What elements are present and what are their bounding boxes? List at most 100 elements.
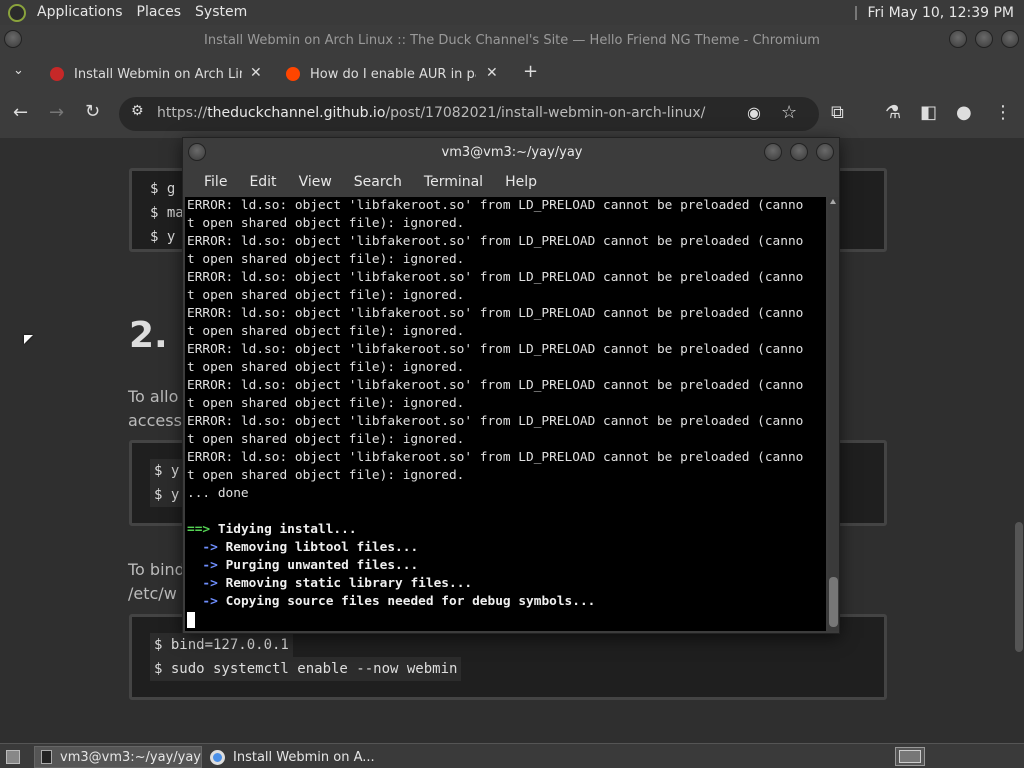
taskbar-item-label: Install Webmin on A... — [233, 749, 375, 765]
terminal-scrollbar-thumb[interactable] — [829, 577, 838, 627]
menu-kebab-icon[interactable]: ⋮ — [994, 102, 1012, 123]
places-menu[interactable]: Places — [130, 0, 189, 25]
browser-window-title: Install Webmin on Arch Linux :: The Duck… — [204, 33, 820, 48]
terminal-icon — [41, 750, 52, 764]
tab-install-webmin[interactable]: Install Webmin on Arch Linux ✕ — [50, 58, 270, 90]
panel-separator — [855, 5, 858, 20]
url-text[interactable]: https://theduckchannel.github.io/post/17… — [157, 105, 705, 121]
tab-label: How do I enable AUR in pacma — [310, 66, 476, 82]
terminal-screen[interactable]: ERROR: ld.so: object 'libfakeroot.so' fr… — [185, 197, 826, 631]
terminal-maximize-button[interactable] — [790, 143, 808, 161]
tab-aur-reddit[interactable]: How do I enable AUR in pacma ✕ — [286, 58, 506, 90]
terminal-close-button[interactable] — [816, 143, 834, 161]
terminal-line: -> Purging unwanted files... — [202, 558, 419, 573]
terminal-menubar: File Edit View Search Terminal Help — [183, 166, 839, 197]
reload-icon[interactable]: ↻ — [85, 101, 100, 122]
terminal-line: t open shared object file): ignored. — [187, 216, 465, 231]
code-line: $ sudo systemctl enable --now webmin — [132, 657, 884, 681]
menu-terminal[interactable]: Terminal — [413, 174, 494, 190]
menu-search[interactable]: Search — [343, 174, 413, 190]
workspace-1[interactable] — [899, 750, 921, 763]
labs-flask-icon[interactable]: ⚗ — [885, 102, 901, 123]
bottom-taskbar: vm3@vm3:~/yay/yay Install Webmin on A... — [0, 743, 1024, 768]
terminal-line: -> Removing libtool files... — [202, 540, 419, 555]
terminal-window: vm3@vm3:~/yay/yay File Edit View Search … — [182, 137, 840, 634]
terminal-line: -> Removing static library files... — [202, 576, 473, 591]
terminal-scrollbar[interactable] — [828, 197, 839, 631]
section-heading: 2. — [129, 315, 168, 356]
terminal-line: ERROR: ld.so: object 'libfakeroot.so' fr… — [187, 234, 804, 249]
terminal-line: -> Copying source files needed for debug… — [202, 594, 596, 609]
taskbar-item-chromium[interactable]: Install Webmin on A... — [204, 746, 394, 768]
new-tab-icon[interactable]: + — [523, 61, 538, 82]
code-line: $ bind=127.0.0.1 — [132, 633, 884, 657]
terminal-line: ERROR: ld.so: object 'libfakeroot.so' fr… — [187, 342, 804, 357]
terminal-line: t open shared object file): ignored. — [187, 252, 465, 267]
site-info-icon[interactable]: ⚙ — [131, 103, 144, 119]
terminal-minimize-button[interactable] — [764, 143, 782, 161]
terminal-line: ERROR: ld.so: object 'libfakeroot.so' fr… — [187, 378, 804, 393]
terminal-line: ERROR: ld.so: object 'libfakeroot.so' fr… — [187, 306, 804, 321]
extensions-icon[interactable]: ⧉ — [831, 102, 844, 123]
terminal-output: ERROR: ld.so: object 'libfakeroot.so' fr… — [185, 197, 826, 629]
tab-strip: ⌄ Install Webmin on Arch Linux ✕ How do … — [0, 57, 1024, 92]
browser-toolbar: ← → ↻ ⚙ https://theduckchannel.github.io… — [0, 92, 1024, 138]
menu-edit[interactable]: Edit — [238, 174, 287, 190]
clock-area: Fri May 10, 12:39 PM — [855, 0, 1024, 25]
chromium-icon — [210, 749, 225, 765]
terminal-line: t open shared object file): ignored. — [187, 324, 465, 339]
terminal-line: ... done — [187, 486, 249, 501]
menu-view[interactable]: View — [288, 174, 343, 190]
tab-search-icon[interactable]: ⌄ — [13, 63, 24, 78]
page-scrollbar[interactable] — [1014, 138, 1024, 743]
browser-titlebar[interactable]: Install Webmin on Arch Linux :: The Duck… — [0, 25, 1024, 57]
clock[interactable]: Fri May 10, 12:39 PM — [867, 5, 1024, 21]
reddit-favicon-icon — [286, 67, 300, 81]
webmin-favicon-icon — [50, 67, 64, 81]
top-panel: Applications Places System Fri May 10, 1… — [0, 0, 1024, 25]
terminal-line: t open shared object file): ignored. — [187, 288, 465, 303]
close-tab-icon[interactable]: ✕ — [486, 65, 498, 81]
scroll-up-arrow-icon[interactable] — [830, 199, 836, 204]
close-tab-icon[interactable]: ✕ — [250, 65, 262, 81]
terminal-line: ==> Tidying install... — [187, 522, 357, 537]
paragraph: To allo access — [128, 387, 182, 430]
terminal-line: t open shared object file): ignored. — [187, 360, 465, 375]
terminal-line: ERROR: ld.so: object 'libfakeroot.so' fr… — [187, 414, 804, 429]
terminal-line: ERROR: ld.so: object 'libfakeroot.so' fr… — [187, 450, 804, 465]
profile-icon[interactable]: ● — [956, 102, 972, 123]
terminal-line: t open shared object file): ignored. — [187, 396, 465, 411]
desktop-icon — [6, 750, 20, 764]
terminal-window-menu-button[interactable] — [188, 143, 206, 161]
terminal-line: ERROR: ld.so: object 'libfakeroot.so' fr… — [187, 198, 804, 213]
terminal-title: vm3@vm3:~/yay/yay — [441, 145, 583, 160]
close-window-button[interactable] — [1001, 30, 1019, 48]
window-menu-button[interactable] — [4, 30, 22, 48]
side-panel-icon[interactable]: ◧ — [920, 102, 937, 123]
eye-off-icon[interactable]: ◉ — [747, 103, 761, 122]
terminal-line: t open shared object file): ignored. — [187, 468, 465, 483]
terminal-line: t open shared object file): ignored. — [187, 432, 465, 447]
system-menu[interactable]: System — [188, 0, 254, 25]
forward-icon[interactable]: → — [49, 102, 64, 123]
terminal-cursor — [187, 611, 195, 628]
page-scrollbar-thumb[interactable] — [1015, 522, 1023, 652]
taskbar-item-terminal[interactable]: vm3@vm3:~/yay/yay — [34, 746, 202, 768]
address-bar[interactable]: ⚙ https://theduckchannel.github.io/post/… — [119, 97, 819, 131]
taskbar-item-label: vm3@vm3:~/yay/yay — [60, 749, 201, 765]
terminal-titlebar[interactable]: vm3@vm3:~/yay/yay — [183, 138, 839, 166]
terminal-line: ERROR: ld.so: object 'libfakeroot.so' fr… — [187, 270, 804, 285]
bookmark-star-icon[interactable]: ☆ — [781, 102, 797, 123]
maximize-button[interactable] — [975, 30, 993, 48]
menu-help[interactable]: Help — [494, 174, 548, 190]
back-icon[interactable]: ← — [13, 102, 28, 123]
minimize-button[interactable] — [949, 30, 967, 48]
mouse-pointer-icon — [24, 335, 33, 344]
applications-menu[interactable]: Applications — [30, 0, 130, 25]
workspace-switcher[interactable] — [895, 747, 925, 766]
terminal-line — [187, 611, 826, 629]
menu-file[interactable]: File — [193, 174, 238, 190]
show-desktop-button[interactable] — [0, 746, 28, 768]
distro-logo-icon[interactable] — [8, 3, 26, 22]
